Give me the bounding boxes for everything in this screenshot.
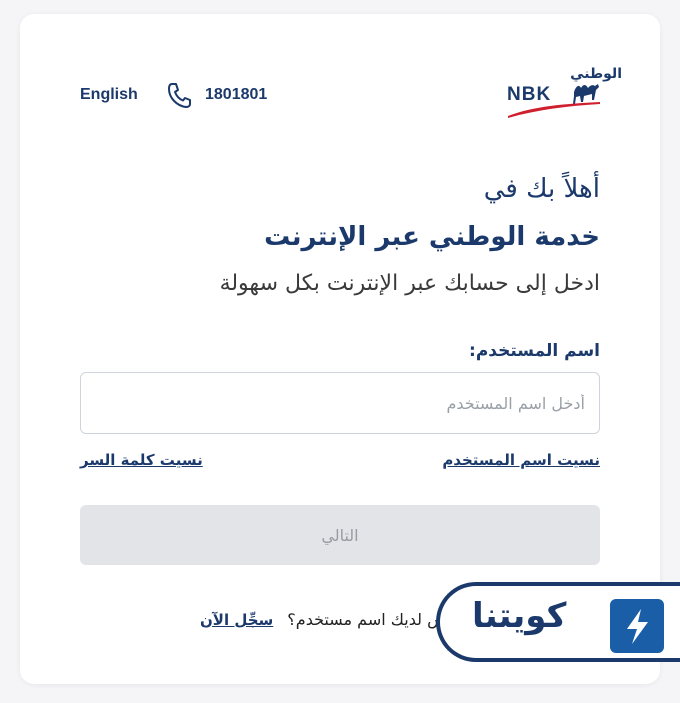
forgot-password-link[interactable]: نسيت كلمة السر — [80, 451, 203, 469]
phone-icon[interactable] — [166, 81, 192, 109]
watermark-text: كويتنا — [472, 596, 567, 636]
phone-number[interactable]: 1801801 — [205, 86, 267, 104]
register-prompt: ليس لديك اسم مستخدم؟ سجِّل الآن — [200, 610, 457, 629]
camel-logo-icon — [508, 84, 600, 118]
lightning-icon — [610, 599, 664, 653]
register-now-link[interactable]: سجِّل الآن — [200, 611, 273, 629]
service-title: خدمة الوطني عبر الإنترنت — [264, 222, 600, 252]
forgot-username-link[interactable]: نسيت اسم المستخدم — [442, 451, 600, 469]
next-button[interactable]: التالي — [80, 505, 600, 565]
no-account-text: ليس لديك اسم مستخدم؟ — [287, 610, 458, 629]
username-input[interactable] — [80, 372, 600, 434]
language-switch-link[interactable]: English — [80, 86, 138, 104]
site-watermark: كويتنا — [436, 582, 680, 662]
login-subtitle: ادخل إلى حسابك عبر الإنترنت بكل سهولة — [219, 271, 600, 296]
username-label: اسم المستخدم: — [469, 341, 600, 361]
welcome-heading: أهلاً بك في — [483, 174, 600, 204]
